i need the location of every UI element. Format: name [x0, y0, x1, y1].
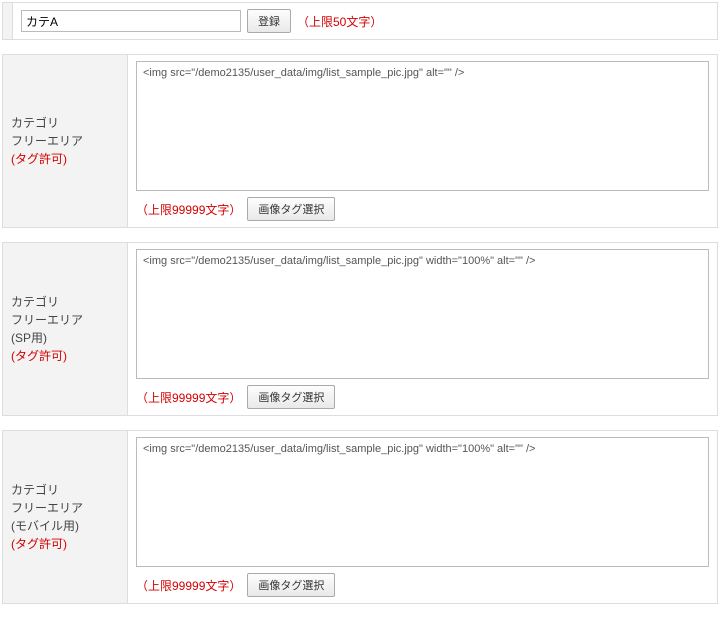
freearea-sp-below: （上限99999文字） 画像タグ選択: [136, 383, 709, 409]
name-controls: 登録 （上限50文字）: [21, 9, 709, 33]
freearea-row: カテゴリ フリーエリア (タグ許可) （上限99999文字） 画像タグ選択: [2, 54, 718, 228]
freearea-sp-content: （上限99999文字） 画像タグ選択: [128, 243, 717, 415]
label-cell-freearea: カテゴリ フリーエリア (タグ許可): [3, 55, 128, 227]
freearea-textarea[interactable]: [136, 61, 709, 191]
image-tag-select-button-sp[interactable]: 画像タグ選択: [247, 385, 335, 409]
label-cell-freearea-mobile: カテゴリ フリーエリア (モバイル用) (タグ許可): [3, 431, 128, 603]
freearea-sp-textarea[interactable]: [136, 249, 709, 379]
label-line: カテゴリ: [11, 481, 119, 499]
freearea-mobile-limit-note: （上限99999文字）: [136, 577, 241, 594]
label-cell-freearea-sp: カテゴリ フリーエリア (SP用) (タグ許可): [3, 243, 128, 415]
freearea-mobile-row: カテゴリ フリーエリア (モバイル用) (タグ許可) （上限99999文字） 画…: [2, 430, 718, 604]
freearea-below: （上限99999文字） 画像タグ選択: [136, 195, 709, 221]
label-line: カテゴリ: [11, 114, 119, 132]
image-tag-select-button-mobile[interactable]: 画像タグ選択: [247, 573, 335, 597]
freearea-sp-row: カテゴリ フリーエリア (SP用) (タグ許可) （上限99999文字） 画像タ…: [2, 242, 718, 416]
name-row: 登録 （上限50文字）: [2, 2, 718, 40]
freearea-mobile-content: （上限99999文字） 画像タグ選択: [128, 431, 717, 603]
category-name-input[interactable]: [21, 10, 241, 32]
freearea-sp-limit-note: （上限99999文字）: [136, 389, 241, 406]
label-line: カテゴリ: [11, 293, 119, 311]
tag-allowed-note: (タグ許可): [11, 347, 119, 365]
register-button[interactable]: 登録: [247, 9, 291, 33]
label-cell-empty: [3, 3, 13, 39]
name-limit-note: （上限50文字）: [297, 13, 382, 30]
label-line: フリーエリア: [11, 499, 119, 517]
freearea-mobile-below: （上限99999文字） 画像タグ選択: [136, 571, 709, 597]
label-line: (モバイル用): [11, 517, 119, 535]
freearea-mobile-textarea[interactable]: [136, 437, 709, 567]
name-content: 登録 （上限50文字）: [13, 3, 717, 39]
freearea-limit-note: （上限99999文字）: [136, 201, 241, 218]
freearea-content: （上限99999文字） 画像タグ選択: [128, 55, 717, 227]
image-tag-select-button[interactable]: 画像タグ選択: [247, 197, 335, 221]
label-line: フリーエリア: [11, 132, 119, 150]
tag-allowed-note: (タグ許可): [11, 535, 119, 553]
tag-allowed-note: (タグ許可): [11, 150, 119, 168]
label-line: フリーエリア: [11, 311, 119, 329]
label-line: (SP用): [11, 329, 119, 347]
